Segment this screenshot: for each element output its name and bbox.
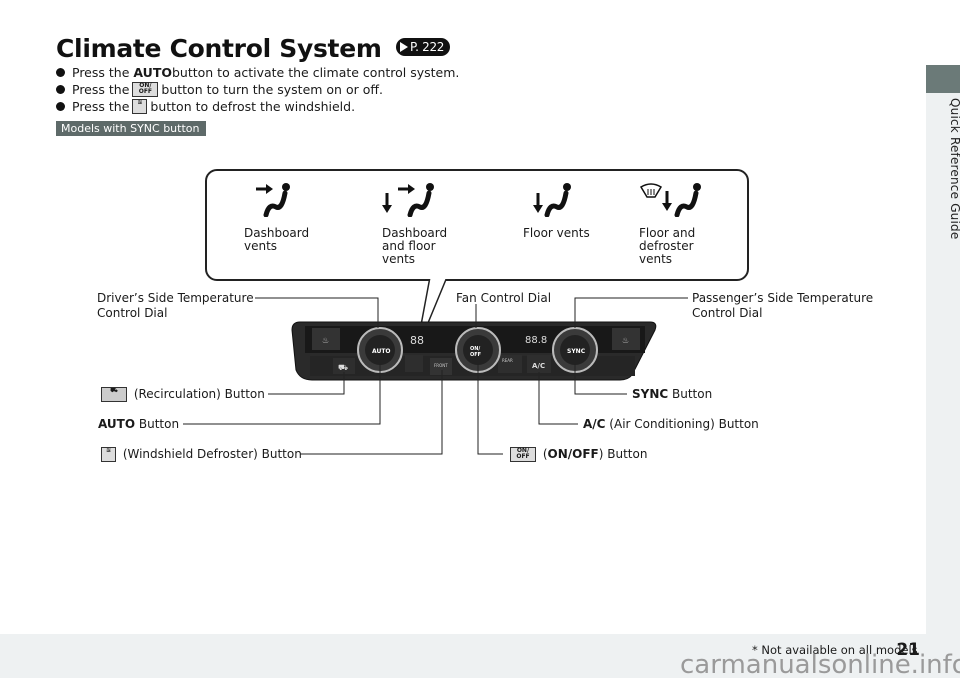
ac-button-label: A/C	[532, 362, 545, 370]
driver-temp-display: 88	[410, 334, 424, 347]
callout-bold-text: AUTO	[98, 417, 136, 431]
ac-button-callout: A/C (Air Conditioning) Button	[583, 417, 759, 432]
recirculation-icon: ⛟	[338, 363, 348, 372]
callout-text: (Windshield Defroster) Button	[119, 447, 302, 461]
vent-box-pointer-gap	[428, 275, 448, 279]
callout-text: Control Dial	[97, 306, 168, 320]
auto-button-label: AUTO	[372, 348, 391, 355]
front-defrost-label: FRONT	[434, 363, 448, 368]
callout-text: Driver’s Side Temperature	[97, 291, 254, 305]
driver-temp-dial-callout: Driver’s Side Temperature Control Dial	[97, 291, 254, 321]
recirculation-button-callout: ⛟ (Recirculation) Button	[98, 387, 265, 402]
callout-text: Passenger’s Side Temperature	[692, 291, 874, 305]
recirculation-icon: ⛟	[101, 387, 127, 402]
auto-button-callout: AUTO Button	[98, 417, 179, 432]
seat-heater-icon: ♨	[322, 336, 329, 345]
sync-button-label: SYNC	[567, 348, 586, 355]
callout-text: (Air Conditioning) Button	[605, 417, 759, 431]
callout-text: (	[539, 447, 548, 461]
sync-button-callout: SYNC Button	[632, 387, 712, 402]
callout-text: Control Dial	[692, 306, 763, 320]
watermark: carmanualsonline.info	[680, 650, 960, 680]
section-tab-marker[interactable]	[926, 65, 960, 93]
rear-defrost-label: REAR	[502, 358, 513, 363]
callout-text: Button	[135, 417, 180, 431]
mode-button[interactable]	[405, 355, 423, 372]
passenger-temp-display: 88.8	[525, 335, 547, 346]
on-off-button-label: OFF	[470, 352, 481, 358]
callout-bold-text: A/C	[583, 417, 606, 431]
callout-text: (Recirculation) Button	[130, 387, 265, 401]
defroster-button-callout: ≋ (Windshield Defroster) Button	[98, 447, 302, 462]
fan-dial-callout: Fan Control Dial	[456, 291, 552, 305]
callout-text: ) Button	[598, 447, 648, 461]
section-sidebar: Quick Reference Guide	[926, 0, 960, 678]
callout-text: Button	[668, 387, 713, 401]
callout-bold-text: SYNC	[632, 387, 669, 401]
on-off-icon: ON/OFF	[510, 447, 536, 462]
on-off-button-callout: ON/OFF (ON/OFF) Button	[507, 447, 647, 462]
passenger-temp-dial-callout: Passenger’s Side Temperature Control Dia…	[692, 291, 873, 321]
section-tab-label: Quick Reference Guide	[948, 98, 960, 240]
front-defrost-icon: ≋	[101, 447, 116, 462]
seat-heater-icon: ♨	[622, 336, 629, 345]
callout-bold-text: ON/OFF	[547, 447, 599, 461]
